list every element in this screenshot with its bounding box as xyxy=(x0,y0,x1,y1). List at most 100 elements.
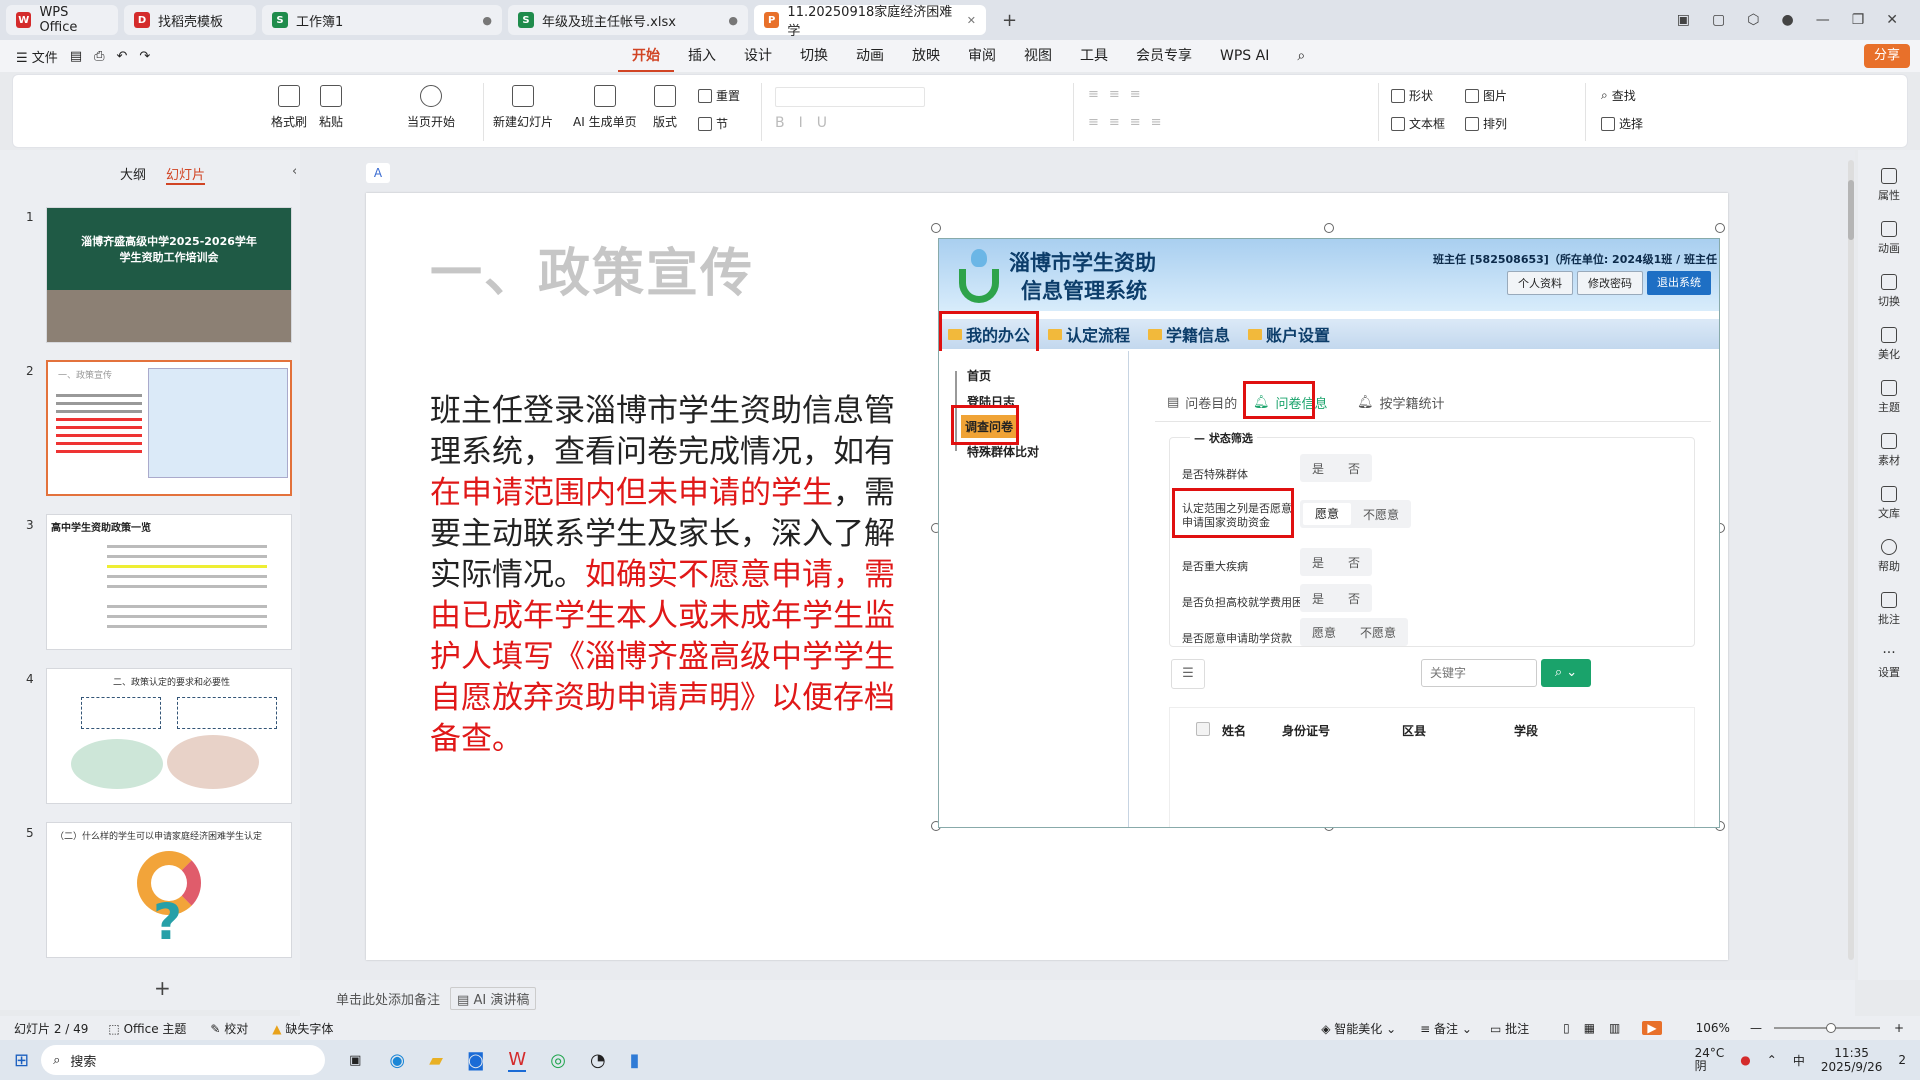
filter-toggle[interactable]: 是否 xyxy=(1300,584,1373,612)
window-icon[interactable]: ▢ xyxy=(1712,12,1725,28)
tab-workbook1[interactable]: S 工作簿1 ● xyxy=(262,5,502,35)
tab-wps-ai[interactable]: WPS AI xyxy=(1206,40,1283,72)
arrange-button[interactable]: 排列 xyxy=(1465,115,1507,132)
tab-xlsx[interactable]: S 年级及班主任帐号.xlsx ● xyxy=(508,5,748,35)
filter-toggle[interactable]: 是否 xyxy=(1300,548,1373,576)
shape-button[interactable]: 形状 xyxy=(1391,87,1433,104)
tab-animation[interactable]: 动画 xyxy=(842,40,898,72)
tab-home[interactable]: 开始 xyxy=(618,40,674,72)
taskbar-search[interactable]: ⌕ 搜索 xyxy=(41,1045,326,1075)
font-style-buttons[interactable]: BIU xyxy=(775,115,841,131)
beautify-button[interactable]: ◈ 智能美化 ⌄ xyxy=(1321,1020,1396,1037)
print-icon[interactable]: ⎙ xyxy=(94,49,104,64)
save-icon[interactable]: ▤ xyxy=(70,49,82,64)
chevron-up-icon[interactable]: ⌃ xyxy=(1767,1053,1777,1067)
ai-single-button[interactable]: AI 生成单页 xyxy=(573,85,637,130)
close-button[interactable]: ✕ xyxy=(1886,12,1898,28)
help-tool[interactable]: 帮助 xyxy=(1878,539,1900,574)
new-slide-button[interactable]: 新建幻灯片 xyxy=(493,85,553,130)
section-button[interactable]: 节 xyxy=(698,115,728,132)
slide-thumb-1[interactable]: 淄博齐盛高级中学2025-2026学年 学生资助工作培训会 xyxy=(46,207,292,343)
slide-title[interactable]: 一、政策宣传 xyxy=(430,231,754,306)
close-icon[interactable]: ● xyxy=(482,14,492,27)
task-view-icon[interactable]: ▣ xyxy=(349,1053,361,1068)
wps-sheet-icon[interactable]: ◎ xyxy=(550,1050,566,1071)
screen-icon[interactable]: ▣ xyxy=(1677,12,1690,28)
reset-button[interactable]: 重置 xyxy=(698,87,740,104)
menu-icon[interactable]: ☰ xyxy=(1171,659,1205,689)
search-button[interactable]: ⌕ ⌄ xyxy=(1541,659,1591,687)
format-painter-button[interactable]: 格式刷 xyxy=(271,85,307,130)
close-icon[interactable]: ✕ xyxy=(967,14,976,27)
undo-icon[interactable]: ↶ xyxy=(117,49,128,64)
nav-student-info[interactable]: 学籍信息 xyxy=(1139,322,1239,346)
avatar[interactable]: ● xyxy=(1781,12,1793,28)
notes-button[interactable]: ≡ 备注 ⌄ xyxy=(1420,1020,1472,1037)
embedded-screenshot[interactable]: 淄博市学生资助 信息管理系统 班主任 [582508653]（所在单位: 2024… xyxy=(938,238,1720,828)
nav-process[interactable]: 认定流程 xyxy=(1039,322,1139,346)
ai-assist-icon[interactable]: A xyxy=(366,163,390,183)
tab-outline[interactable]: 大纲 xyxy=(120,164,146,185)
wps-taskbar-icon[interactable]: W xyxy=(508,1049,527,1072)
notification-badge[interactable]: 2 xyxy=(1898,1053,1906,1067)
restore-button[interactable]: ❐ xyxy=(1852,12,1865,28)
font-family-select[interactable] xyxy=(775,87,925,107)
search-icon[interactable]: ⌕ xyxy=(1283,40,1319,72)
layout-button[interactable]: 版式 xyxy=(653,85,677,130)
tab-member[interactable]: 会员专享 xyxy=(1122,40,1206,72)
animation-tool[interactable]: 动画 xyxy=(1878,221,1900,256)
tab-slideshow[interactable]: 放映 xyxy=(898,40,954,72)
tab-design[interactable]: 设计 xyxy=(730,40,786,72)
paste-button[interactable]: 粘贴 xyxy=(319,85,343,130)
vertical-scrollbar[interactable] xyxy=(1848,160,1854,960)
picture-button[interactable]: 图片 xyxy=(1465,87,1507,104)
find-button[interactable]: ⌕ 查找 xyxy=(1601,87,1636,104)
keyword-input[interactable] xyxy=(1421,659,1537,687)
align-buttons[interactable]: ≡≡≡≡ xyxy=(1088,115,1172,130)
library-tool[interactable]: 文库 xyxy=(1878,486,1900,521)
close-icon[interactable]: ● xyxy=(728,14,738,27)
edge-icon[interactable]: ◉ xyxy=(389,1050,405,1071)
qtab-stats[interactable]: 🔔︎ 按学籍统计 xyxy=(1357,393,1445,412)
new-tab-button[interactable]: + xyxy=(1002,10,1017,31)
cube-icon[interactable]: ⬡ xyxy=(1747,12,1759,28)
file-menu[interactable]: ☰ 文件 xyxy=(16,47,58,66)
comment-button[interactable]: ▭ 批注 xyxy=(1490,1020,1529,1037)
settings-tool[interactable]: ··· 设置 xyxy=(1878,645,1900,680)
start-icon[interactable]: ⊞ xyxy=(14,1050,29,1071)
slide-thumb-2[interactable]: 一、政策宣传 xyxy=(46,360,292,496)
notes-placeholder[interactable]: 单击此处添加备注 xyxy=(336,989,440,1008)
nav-account[interactable]: 账户设置 xyxy=(1239,322,1339,346)
qq-icon[interactable]: ◔ xyxy=(590,1050,606,1071)
slide-thumb-4[interactable]: 二、政策认定的要求和必要性 xyxy=(46,668,292,804)
collapse-icon[interactable]: ‹ xyxy=(292,164,297,179)
ai-speech-button[interactable]: ▤ AI 演讲稿 xyxy=(450,986,537,1010)
theme-tool[interactable]: 主题 xyxy=(1878,380,1900,415)
app-icon[interactable]: ▮ xyxy=(630,1050,640,1071)
tab-view[interactable]: 视图 xyxy=(1010,40,1066,72)
start-current-button[interactable]: 当页开始 xyxy=(407,85,455,130)
resize-handle[interactable] xyxy=(931,223,941,233)
share-button[interactable]: 分享 xyxy=(1863,44,1910,68)
ime-indicator[interactable]: 中 xyxy=(1793,1052,1805,1069)
explorer-icon[interactable]: ▰ xyxy=(429,1050,443,1071)
textbox-button[interactable]: 文本框 xyxy=(1391,115,1445,132)
transition-tool[interactable]: 切换 xyxy=(1878,274,1900,309)
play-button[interactable]: ▶ xyxy=(1642,1021,1662,1035)
filter-toggle[interactable]: 愿意 不愿意 xyxy=(1300,500,1412,528)
side-special-group[interactable]: 特殊群体比对 xyxy=(967,443,1039,460)
side-home[interactable]: 首页 xyxy=(967,367,991,384)
slide-thumb-3[interactable]: 高中学生资助政策一览 xyxy=(46,514,292,650)
qtab-purpose[interactable]: ▤ 问卷目的 xyxy=(1167,393,1237,412)
filter-toggle[interactable]: 是否 xyxy=(1300,454,1373,482)
zoom-slider[interactable] xyxy=(1773,1023,1880,1033)
tab-template[interactable]: D 找稻壳模板 xyxy=(124,5,256,35)
zoom-level[interactable]: 106% xyxy=(1696,1021,1730,1035)
slide[interactable]: 一、政策宣传 班主任登录淄博市学生资助信息管理系统，查看问卷完成情况，如有在申请… xyxy=(366,193,1728,960)
resize-handle[interactable] xyxy=(1715,223,1725,233)
weather-widget[interactable]: 24°C 阴 xyxy=(1695,1047,1725,1073)
material-tool[interactable]: 素材 xyxy=(1878,433,1900,468)
tab-slides[interactable]: 幻灯片 xyxy=(166,164,206,185)
slide-thumb-5[interactable]: （二）什么样的学生可以申请家庭经济困难学生认定 ? xyxy=(46,822,292,958)
proofread-button[interactable]: ✎ 校对 xyxy=(210,1020,248,1037)
